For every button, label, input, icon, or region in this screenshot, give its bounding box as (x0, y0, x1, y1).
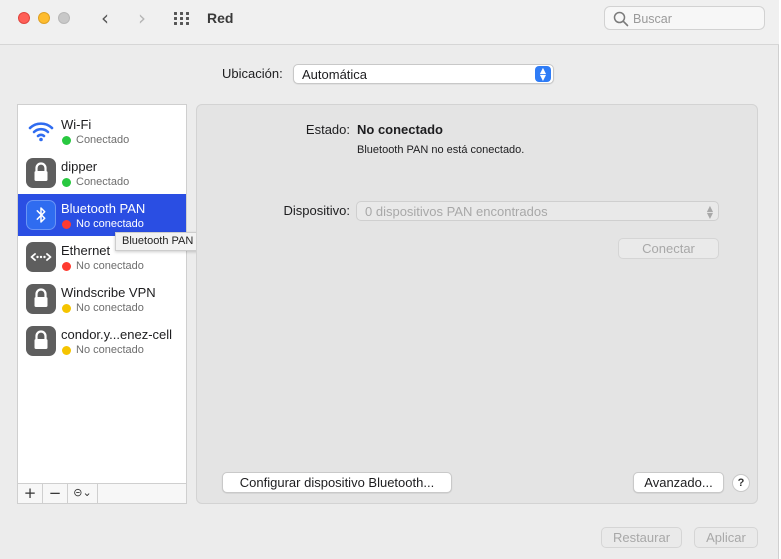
search-icon (613, 11, 629, 27)
status-dot (62, 178, 71, 187)
status-dot (62, 220, 71, 229)
service-item-bluetooth-pan[interactable]: Bluetooth PAN No conectado (18, 194, 186, 236)
service-item-condor-cell[interactable]: condor.y...enez-cell No conectado (18, 320, 186, 362)
tooltip: Bluetooth PAN (115, 232, 201, 251)
add-service-button[interactable]: + (18, 484, 43, 503)
service-name: condor.y...enez-cell (61, 327, 173, 342)
action-menu-button[interactable]: ⊝⌄ (68, 484, 98, 503)
location-select[interactable]: Automática ▲ ▼ (293, 64, 554, 84)
lock-icon (26, 326, 56, 356)
title-bar: ‹ › Red (0, 0, 779, 45)
connect-button[interactable]: Conectar (618, 238, 719, 259)
back-button[interactable]: ‹ (94, 8, 116, 30)
service-item-windscribe-vpn[interactable]: Windscribe VPN No conectado (18, 278, 186, 320)
service-detail-panel: Estado: No conectado Bluetooth PAN no es… (196, 104, 758, 504)
search-field[interactable] (604, 6, 765, 30)
services-list: Wi-Fi Conectado dipper Conectado Bluetoo… (17, 104, 187, 484)
service-name: Ethernet (61, 243, 111, 258)
remove-service-button[interactable]: − (43, 484, 68, 503)
status-dot (62, 304, 71, 313)
configure-bluetooth-button[interactable]: Configurar dispositivo Bluetooth... (222, 472, 452, 493)
device-value: 0 dispositivos PAN encontrados (365, 204, 548, 219)
status-description: Bluetooth PAN no está conectado. (357, 144, 525, 156)
status-dot (62, 262, 71, 271)
service-name: Wi-Fi (61, 117, 92, 132)
window-title: Red (207, 10, 234, 26)
location-label: Ubicación: (222, 66, 283, 81)
help-button[interactable]: ? (732, 474, 750, 492)
service-status: No conectado (76, 260, 144, 272)
service-item-wifi[interactable]: Wi-Fi Conectado (18, 110, 186, 152)
wifi-icon (26, 116, 56, 146)
search-input[interactable] (633, 10, 758, 27)
service-name: Bluetooth PAN (61, 201, 146, 216)
service-status: Conectado (76, 134, 130, 146)
service-name: dipper (61, 159, 98, 174)
chevron-updown-icon: ▲ ▼ (706, 204, 713, 220)
service-status: Conectado (76, 176, 130, 188)
status-dot (62, 136, 71, 145)
show-all-grid-icon[interactable] (173, 11, 191, 27)
bluetooth-icon (26, 200, 56, 230)
close-window-button[interactable] (18, 12, 30, 24)
service-status: No conectado (76, 302, 144, 314)
chevron-updown-icon: ▲ ▼ (535, 66, 551, 82)
apply-button[interactable]: Aplicar (694, 527, 758, 548)
lock-icon (26, 158, 56, 188)
service-status: No conectado (76, 218, 144, 230)
lock-icon (26, 284, 56, 314)
advanced-button[interactable]: Avanzado... (633, 472, 724, 493)
ethernet-icon (26, 242, 56, 272)
service-item-dipper[interactable]: dipper Conectado (18, 152, 186, 194)
service-status: No conectado (76, 344, 144, 356)
device-label: Dispositivo: (283, 203, 350, 218)
service-name: Windscribe VPN (61, 285, 156, 300)
network-preferences-window: ‹ › Red Ubicación: Automática ▲▼ (0, 0, 779, 559)
minimize-window-button[interactable] (38, 12, 50, 24)
zoom-window-button[interactable] (58, 12, 70, 24)
services-toolbar: + − ⊝⌄ (17, 484, 187, 504)
status-dot (62, 346, 71, 355)
forward-button[interactable]: › (131, 8, 153, 30)
status-label: Estado: (305, 122, 350, 137)
revert-button[interactable]: Restaurar (601, 527, 682, 548)
device-select[interactable]: 0 dispositivos PAN encontrados ▲ ▼ (356, 201, 719, 221)
location-value: Automática (302, 67, 368, 82)
status-value: No conectado (357, 122, 443, 137)
